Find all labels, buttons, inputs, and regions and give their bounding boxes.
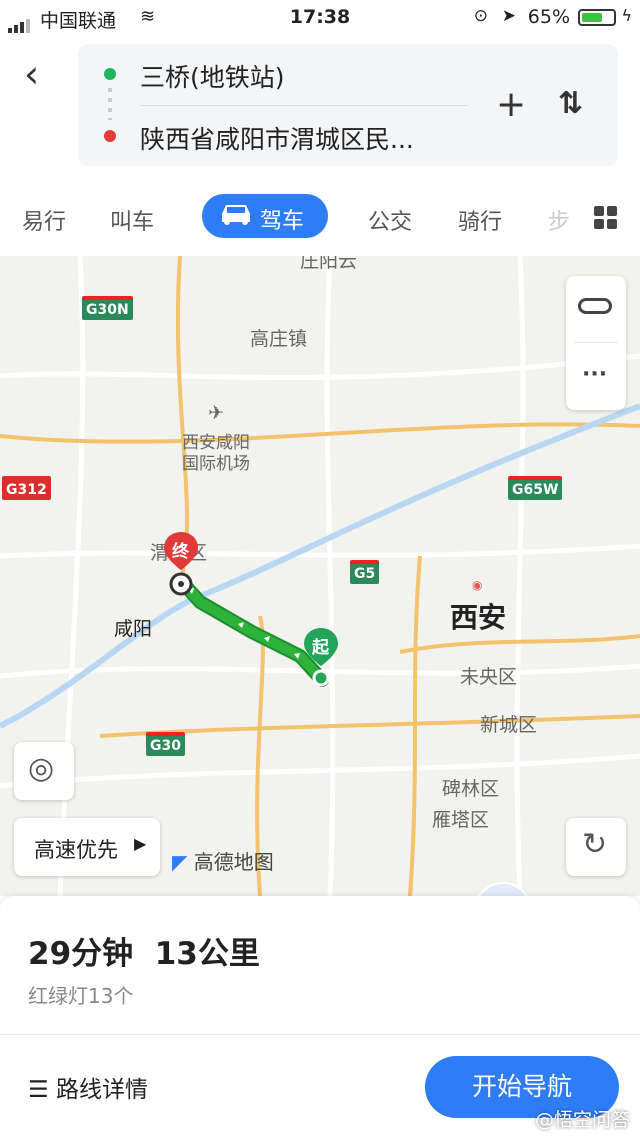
origin-field[interactable]: 三桥(地铁站) [140,58,285,94]
start-marker-label: 起 [312,638,329,658]
tab-walk[interactable]: 步 [548,204,570,236]
map-brand: ◤ 高德地图 [172,846,274,875]
shield-g30n: G30N [82,296,133,320]
watermark: @悟空问答 [534,1109,630,1131]
traffic-lights-count: 红绿灯13个 [28,984,134,1008]
status-bar: 中国联通 ≋ 17:38 ⊙ ➤ 65% ϟ [0,0,640,36]
route-details-label: 路线详情 [55,1077,148,1103]
tab-drive[interactable]: 驾车 [202,194,328,238]
locate-button[interactable]: ◎ [14,742,74,800]
map-roads [0,256,640,896]
shield-g5: G5 [350,560,380,584]
map-label-beilin: 碑林区 [442,778,500,800]
divider [140,105,468,106]
map-label-gaozhuang: 高庄镇 [250,328,308,350]
shield-g65w: G65W [508,476,563,500]
origin-dot-icon [104,68,116,80]
car-icon [222,205,250,225]
divider [574,342,618,343]
route-summary-panel: 29分钟 13公里 红绿灯13个 ☰ 路线详情 开始导航 @悟空问答 [0,896,640,1138]
list-icon: ☰ [28,1077,49,1103]
traffic-icon[interactable] [578,298,612,314]
rotation-lock-icon: ⊙ [473,6,488,26]
amap-logo-icon: ◤ [172,850,188,874]
route-details-button[interactable]: ☰ 路线详情 [28,1070,148,1104]
route-input-card: 三桥(地铁站) 陕西省咸阳市渭城区民... + ⇅ [78,44,618,166]
locate-icon: ◎ [28,751,55,786]
map-label-xian: 西安 [450,601,507,634]
tab-drive-label: 驾车 [260,209,305,234]
airport-icon: ✈ [208,402,224,424]
tab-easy[interactable]: 易行 [22,204,66,236]
battery-icon [578,9,616,26]
route-preference-button[interactable]: 高速优先 ▶ [14,818,160,876]
transport-mode-tabs: 易行 叫车 驾车 公交 骑行 步 [0,190,640,250]
refresh-button[interactable]: ↻ [566,818,626,876]
map-label-xincheng: 新城区 [480,714,538,736]
more-options-icon[interactable]: ··· [582,362,607,387]
back-button[interactable]: ‹ [24,52,39,96]
destination-dot-icon [104,130,116,142]
map-label-airport-2: 国际机场 [182,454,250,474]
tab-taxi[interactable]: 叫车 [110,204,154,236]
route-connector [108,88,112,120]
refresh-icon: ↻ [582,827,608,862]
end-marker-label: 终 [172,542,189,562]
more-modes-icon[interactable] [594,206,618,230]
destination-field[interactable]: 陕西省咸阳市渭城区民... [140,120,414,156]
map-label-top: 庄阳云 [300,256,358,272]
caret-right-icon: ▶ [134,834,147,853]
map-label-xianyang: 咸阳 [114,618,153,640]
tab-bike[interactable]: 骑行 [458,204,502,236]
map-view[interactable]: 庄阳云 高庄镇 ✈ 西安咸阳 国际机场 渭城区 咸阳 西安 ◉ 未央区 新城区 … [0,256,640,896]
tab-bus[interactable]: 公交 [368,204,412,236]
map-label-weiyang: 未央区 [460,666,518,688]
map-label-yanta: 雁塔区 [432,809,490,831]
shield-g312: G312 [2,476,51,500]
swap-route-button[interactable]: ⇅ [558,86,583,121]
charging-icon: ϟ [621,6,632,25]
map-controls: ··· [566,276,626,410]
brand-label: 高德地图 [193,850,274,874]
route-summary: 29分钟 13公里 [28,936,260,972]
add-waypoint-button[interactable]: + [496,84,526,125]
shield-g30: G30 [146,732,185,756]
divider [0,1034,640,1035]
battery-percent: 65% [527,6,570,28]
location-arrow-icon: ➤ [501,6,516,26]
city-center-icon: ◉ [472,578,483,592]
route-preference-label: 高速优先 [34,838,118,862]
